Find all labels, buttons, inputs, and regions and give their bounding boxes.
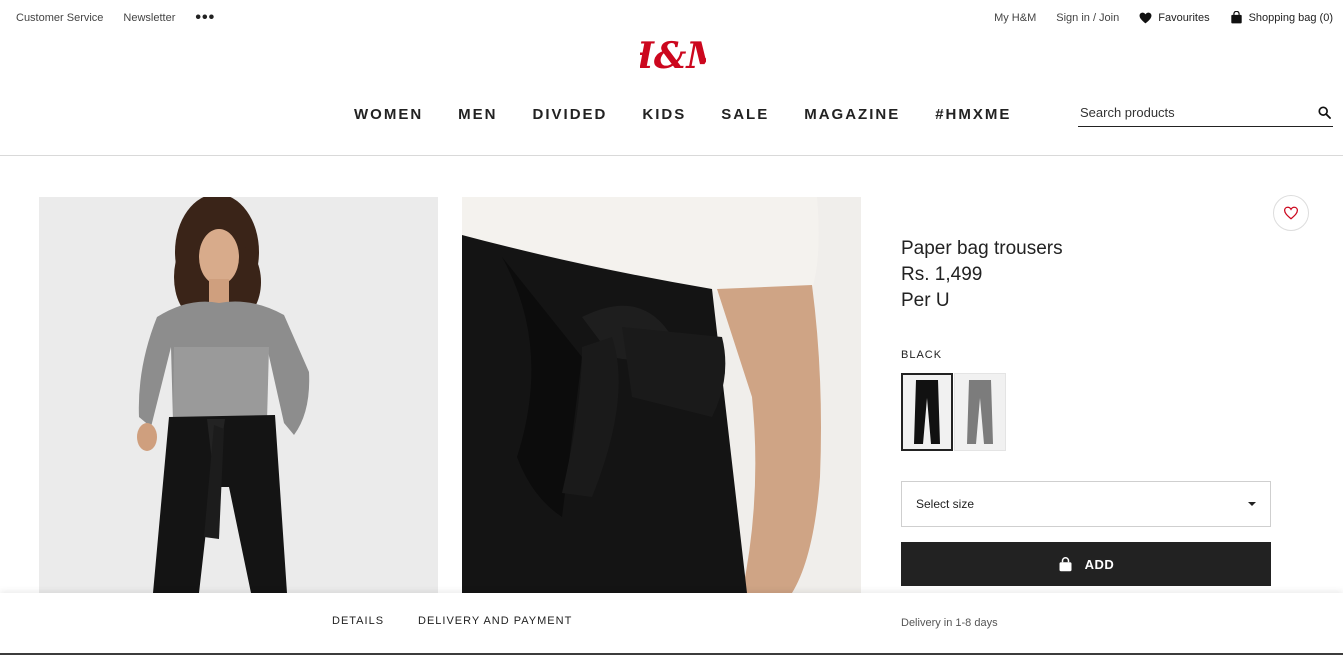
search-box [1078,98,1333,127]
nav-men[interactable]: MEN [458,106,497,123]
nav-sale[interactable]: SALE [721,106,769,123]
model-photo [39,197,438,593]
heart-icon [1139,12,1152,23]
detail-photo [462,197,861,593]
favourites-link[interactable]: Favourites [1139,11,1210,24]
add-to-favourites-button[interactable] [1273,195,1309,231]
nav-kids[interactable]: KIDS [642,106,686,123]
shopping-bag-label: Shopping bag (0) [1248,11,1333,24]
shopping-bag-icon [1059,556,1072,571]
product-price: Rs. 1,499 [901,264,983,285]
svg-text:H&M: H&M [640,35,706,77]
product-title: Paper bag trousers [901,238,1063,259]
nav-divided[interactable]: DIVIDED [533,106,608,123]
main-nav: WOMEN MEN DIVIDED KIDS SALE MAGAZINE #HM… [354,106,1011,123]
product-tabs-bar: DETAILS DELIVERY AND PAYMENT Delivery in… [0,593,1343,655]
shopping-bag-icon [1230,11,1242,24]
tab-delivery-payment[interactable]: DELIVERY AND PAYMENT [418,615,572,627]
add-button-label: ADD [1084,556,1115,572]
my-hm-link[interactable]: My H&M [994,12,1036,24]
utility-nav-right: My H&M Sign in / Join Favourites Shoppin… [994,11,1333,24]
chevron-down-icon [1248,502,1256,506]
utility-nav-left: Customer Service Newsletter ••• [16,10,215,26]
product-unit: Per U [901,290,950,311]
nav-hmxme[interactable]: #HMXME [935,106,1011,123]
nav-women[interactable]: WOMEN [354,106,423,123]
size-select-label: Select size [916,497,975,511]
black-trousers-thumbnail [914,380,940,444]
sign-in-link[interactable]: Sign in / Join [1056,12,1119,24]
search-input[interactable] [1078,104,1298,120]
heart-outline-icon [1283,206,1299,220]
size-select[interactable]: Select size [901,481,1271,527]
product-image-detail[interactable] [462,197,861,593]
grey-trousers-thumbnail [967,380,993,444]
color-swatch-grey[interactable] [954,373,1006,451]
product-image-model[interactable] [39,197,438,593]
hm-logo[interactable]: H&M [640,30,706,78]
add-to-bag-button[interactable]: ADD [901,542,1271,586]
header-divider [0,155,1343,156]
nav-magazine[interactable]: MAGAZINE [804,106,900,123]
newsletter-link[interactable]: Newsletter [123,12,175,24]
search-icon[interactable] [1318,105,1331,119]
delivery-estimate: Delivery in 1-8 days [901,617,998,629]
selected-color-label: BLACK [901,349,943,361]
more-menu-icon[interactable]: ••• [195,10,215,26]
customer-service-link[interactable]: Customer Service [16,12,103,24]
color-swatch-black[interactable] [901,373,953,451]
favourites-label: Favourites [1158,11,1210,24]
shopping-bag-link[interactable]: Shopping bag (0) [1230,11,1333,24]
tab-details[interactable]: DETAILS [332,615,384,627]
